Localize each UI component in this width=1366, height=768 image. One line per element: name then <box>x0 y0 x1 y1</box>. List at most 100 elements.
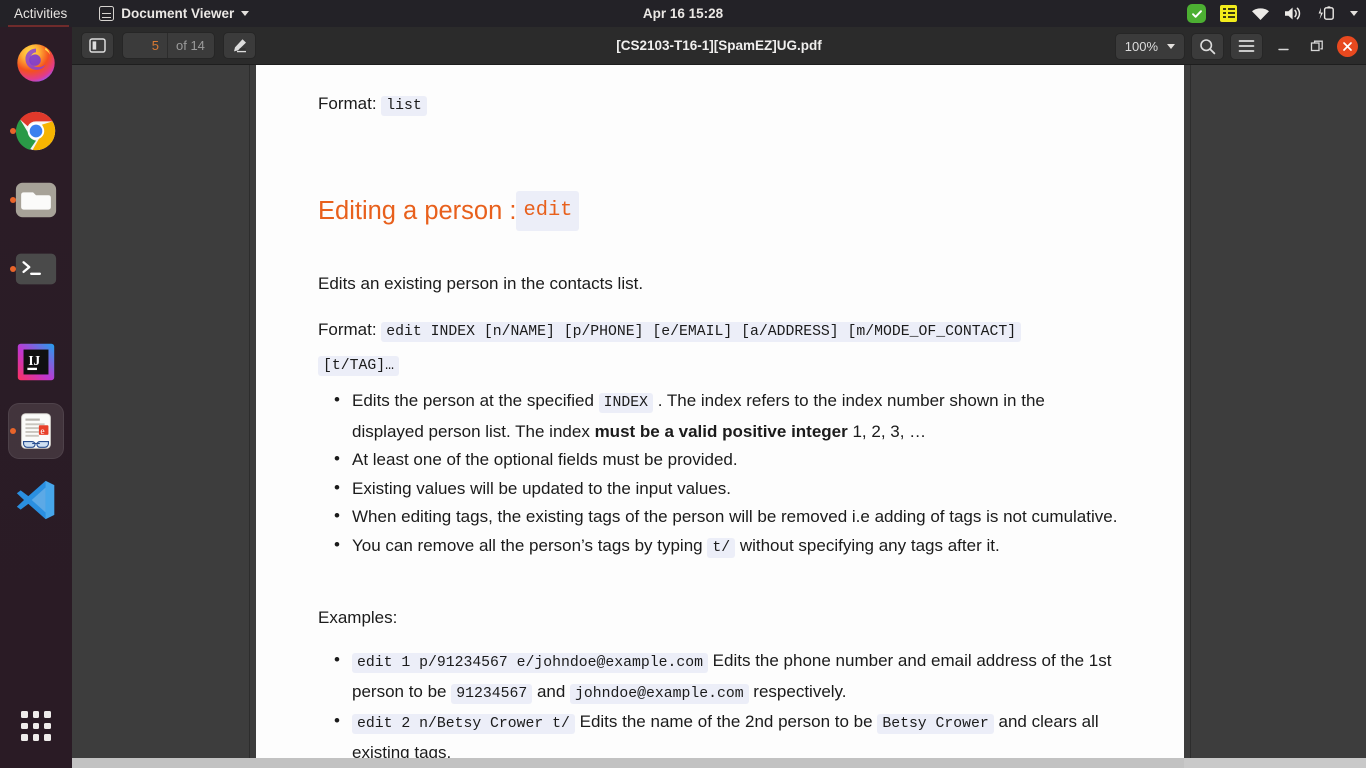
document-viewer-window: 5 of 14 [CS2103-T16-1][SpamEZ]UG.pdf 100… <box>72 27 1366 768</box>
bullet-item: Edits the person at the specified INDEX … <box>318 386 1118 446</box>
main-menu-button[interactable] <box>1230 32 1263 60</box>
text-run: and <box>532 681 571 701</box>
minimize-button[interactable] <box>1269 32 1297 60</box>
dock-item-firefox[interactable] <box>8 34 64 90</box>
dock-item-vscode[interactable] <box>8 472 64 528</box>
example-item: edit 1 p/91234567 e/johndoe@example.com … <box>318 646 1118 708</box>
intro-paragraph: Edits an existing person in the contacts… <box>318 274 644 293</box>
zoom-level-label: 100% <box>1124 38 1158 54</box>
show-applications-button[interactable] <box>8 698 64 754</box>
bullet-item: At least one of the optional fields must… <box>318 445 1118 475</box>
inline-code: INDEX <box>598 393 654 413</box>
scrollbar-thumb[interactable] <box>72 758 1184 768</box>
pdf-page: Format: list Editing a person : edit Edi… <box>256 65 1184 758</box>
annotation-button[interactable] <box>222 32 256 59</box>
system-tray <box>1187 0 1358 27</box>
files-folder-icon <box>15 182 57 218</box>
inline-code: edit 1 p/91234567 e/johndoe@example.com <box>352 653 708 673</box>
document-viewport[interactable]: Format: list Editing a person : edit Edi… <box>72 65 1366 768</box>
edit-bullet-list: Edits the person at the specified INDEX … <box>318 386 1118 563</box>
inline-code: johndoe@example.com <box>570 683 749 704</box>
text-run: You can remove all the person’s tags by … <box>352 535 708 555</box>
bold-text: must be a valid positive integer <box>594 421 848 441</box>
dock-item-chrome[interactable] <box>8 103 64 159</box>
battery-charging-icon[interactable] <box>1317 6 1336 21</box>
text-run: 1, 2, 3, … <box>847 421 927 441</box>
inline-code: t/ <box>707 537 736 558</box>
running-indicator <box>10 266 16 272</box>
minimize-icon <box>1277 48 1289 50</box>
text-run: without specifying any tags after it. <box>735 535 1000 555</box>
apps-grid-icon <box>21 711 51 741</box>
annotation-icon <box>233 39 246 53</box>
text-run: respectively. <box>748 681 847 701</box>
hamburger-menu-icon <box>1238 40 1255 52</box>
document-viewer-icon <box>99 6 115 21</box>
dock-item-files[interactable] <box>8 172 64 228</box>
search-icon <box>1200 38 1216 54</box>
bullet-item: When editing tags, the existing tags of … <box>318 502 1118 532</box>
gnome-top-bar: Activities Document Viewer Apr 16 15:28 <box>0 0 1366 27</box>
examples-label: Examples: <box>318 608 398 627</box>
bullet-item: You can remove all the person’s tags by … <box>318 531 1118 563</box>
bullet-item: Existing values will be updated to the i… <box>318 474 1118 504</box>
zoom-selector[interactable]: 100% <box>1114 32 1185 60</box>
app-menu-button[interactable]: Document Viewer <box>99 0 250 27</box>
inline-code: Betsy Crower <box>877 714 994 734</box>
text-run: Edits the person at the specified <box>352 391 599 410</box>
inline-code: 91234567 <box>451 683 533 704</box>
format-list-line: Format: list <box>318 89 427 121</box>
system-menu-chevron-down-icon[interactable] <box>1350 11 1358 16</box>
running-indicator <box>10 128 16 134</box>
chrome-icon <box>15 111 56 151</box>
running-indicator <box>10 428 16 434</box>
vscode-icon <box>16 480 55 520</box>
document-viewer-icon: e <box>21 413 51 449</box>
header-right-controls: 100% <box>1114 27 1358 65</box>
dock-item-terminal[interactable] <box>8 241 64 297</box>
format-edit-code-line2: [t/TAG]… <box>318 356 399 376</box>
format-list-code: list <box>381 96 427 116</box>
header-left-controls: 5 of 14 <box>72 32 256 59</box>
window-header-bar: 5 of 14 [CS2103-T16-1][SpamEZ]UG.pdf 100… <box>72 27 1366 65</box>
intellij-idea-icon: IJ <box>17 343 55 381</box>
search-button[interactable] <box>1191 32 1224 60</box>
text-run: At least one of the optional fields must… <box>352 450 738 469</box>
page-heading-text: Editing a person : <box>318 197 517 225</box>
page-total-label: of 14 <box>167 33 214 58</box>
notes-icon[interactable] <box>1220 5 1237 22</box>
dock-item-intellij[interactable]: IJ <box>8 334 64 390</box>
running-indicator <box>10 197 16 203</box>
terminal-icon <box>15 253 57 285</box>
example-item: edit 2 n/Betsy Crower t/ Edits the name … <box>318 707 1118 758</box>
format-edit-label: Format: <box>318 320 377 339</box>
maximize-button[interactable] <box>1303 32 1331 60</box>
page-navigation[interactable]: 5 of 14 <box>122 32 215 59</box>
inline-code: edit 2 n/Betsy Crower t/ <box>352 714 575 734</box>
toggle-sidebar-icon <box>89 38 106 53</box>
text-run: Existing values will be updated to the i… <box>352 478 731 498</box>
examples-list: edit 1 p/91234567 e/johndoe@example.com … <box>318 646 1118 758</box>
text-run: Edits the name of the 2nd person to be <box>574 712 878 731</box>
firefox-icon <box>17 44 55 82</box>
activities-button[interactable]: Activities <box>0 0 77 27</box>
dock-item-document-viewer[interactable]: e <box>8 403 64 459</box>
close-icon <box>1343 41 1352 51</box>
chevron-down-icon <box>1167 43 1175 49</box>
wifi-icon[interactable] <box>1251 7 1270 21</box>
close-button[interactable] <box>1337 35 1358 57</box>
svg-text:e: e <box>40 426 44 437</box>
format-list-label: Format: <box>318 94 377 113</box>
page-heading-code: edit <box>516 191 580 231</box>
volume-icon[interactable] <box>1284 6 1303 21</box>
ubuntu-dock: IJ e <box>0 27 72 768</box>
check-circle-icon[interactable] <box>1187 4 1206 23</box>
horizontal-scrollbar[interactable] <box>72 758 1366 768</box>
format-edit-code-line1: edit INDEX [n/NAME] [p/PHONE] [e/EMAIL] … <box>381 322 1022 342</box>
format-edit-line: Format: edit INDEX [n/NAME] [p/PHONE] [e… <box>318 314 1113 382</box>
page-heading: Editing a person : edit <box>318 191 580 231</box>
page-number-input[interactable]: 5 <box>123 38 167 53</box>
toggle-sidebar-button[interactable] <box>81 32 114 59</box>
top-bar-left: Activities Document Viewer <box>0 0 250 27</box>
chevron-down-icon <box>241 11 250 16</box>
